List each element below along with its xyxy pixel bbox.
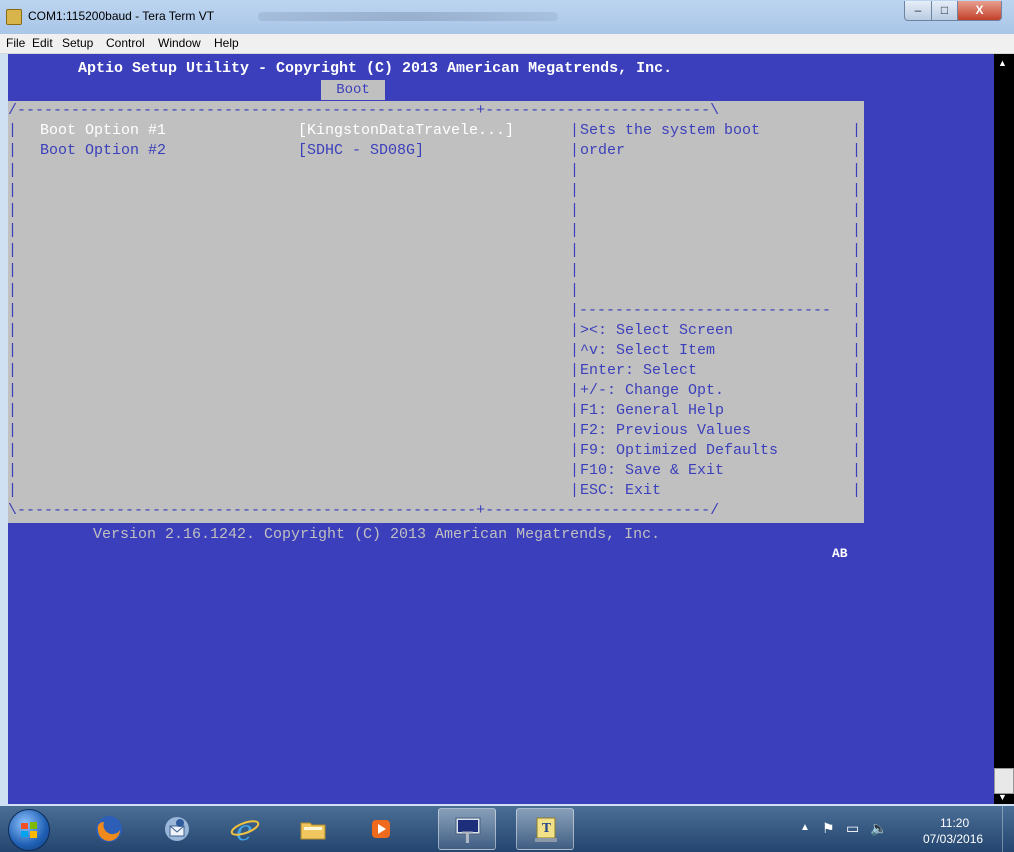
network-icon[interactable]: ▭ xyxy=(846,820,859,837)
scroll-down-arrow-icon[interactable]: ▼ xyxy=(998,792,1007,802)
maximize-button[interactable]: □ xyxy=(931,1,958,21)
clock-date[interactable]: 07/03/2016 xyxy=(923,832,983,846)
help-line-2: order xyxy=(580,142,626,159)
start-button[interactable] xyxy=(8,809,50,851)
boot-option-2-label[interactable]: Boot Option #2 xyxy=(40,141,166,161)
svg-text:T: T xyxy=(542,821,551,835)
key-help-divider: | | | | | | | | | xyxy=(570,322,580,499)
menu-edit[interactable]: Edit xyxy=(32,36,53,50)
taskbar: e T T ▲ ⚑ ▭ 🔈 11:20 07/03/2016 xyxy=(0,806,1014,852)
window-title: COM1:115200baud - Tera Term VT xyxy=(28,9,215,23)
boot-option-1-label[interactable]: Boot Option #1 xyxy=(40,121,166,141)
key-help-enter: Enter: Select xyxy=(580,362,698,379)
terminal-screen[interactable]: Aptio Setup Utility - Copyright (C) 2013… xyxy=(8,54,994,804)
action-center-flag-icon[interactable]: ⚑ xyxy=(822,820,835,837)
menu-control[interactable]: Control xyxy=(106,36,145,50)
tera-term-icon: T xyxy=(455,817,481,845)
windows-logo-icon xyxy=(21,822,37,838)
menu-help[interactable]: Help xyxy=(214,36,239,50)
key-help-esc: ESC: Exit xyxy=(580,482,662,499)
menu-file[interactable]: File xyxy=(6,36,25,50)
taskbar-internet-explorer[interactable]: e xyxy=(216,808,274,850)
key-help-f2: F2: Previous Values xyxy=(580,422,752,439)
vertical-scrollbar[interactable] xyxy=(994,54,1014,804)
scroll-up-arrow-icon[interactable]: ▲ xyxy=(998,58,1007,68)
status-badge: AB xyxy=(832,546,848,561)
right-border: | | | | | | | | | | | | | | | | | | | xyxy=(852,122,862,499)
bios-header: Aptio Setup Utility - Copyright (C) 2013… xyxy=(78,60,673,77)
key-help-change-opt: +/-: Change Opt. xyxy=(580,382,725,399)
boot-option-1-value[interactable]: [KingstonDataTravele...] xyxy=(298,121,514,141)
menu-window[interactable]: Window xyxy=(158,36,201,50)
thunderbird-icon xyxy=(165,817,189,841)
title-bar[interactable]: COM1:115200baud - Tera Term VT – □ X xyxy=(0,0,1014,34)
bios-panel: /---------------------------------------… xyxy=(8,101,864,523)
svg-text:T: T xyxy=(462,828,473,845)
boot-option-2-value[interactable]: [SDHC - SD08G] xyxy=(298,141,424,161)
taskbar-thunderbird[interactable] xyxy=(148,808,206,850)
blurred-title-area xyxy=(258,12,558,21)
firefox-icon xyxy=(96,816,122,842)
taskbar-terminal-tool[interactable]: T xyxy=(516,808,574,850)
key-help-select-screen: ><: Select Screen xyxy=(580,322,734,339)
taskbar-file-explorer[interactable] xyxy=(284,808,342,850)
minimize-button[interactable]: – xyxy=(904,1,932,21)
clock-time[interactable]: 11:20 xyxy=(940,816,969,830)
svg-text:e: e xyxy=(236,814,253,844)
key-help-f1: F1: General Help xyxy=(580,402,725,419)
folder-icon xyxy=(300,822,326,840)
key-help-select-item: ^v: Select Item xyxy=(580,342,716,359)
scroll-thumb[interactable] xyxy=(994,768,1014,794)
show-desktop-button[interactable] xyxy=(1002,806,1014,852)
terminal-tool-icon: T xyxy=(535,817,557,842)
help-line-1: Sets the system boot xyxy=(580,122,761,139)
menu-bar: File Edit Setup Control Window Help xyxy=(0,34,1014,54)
left-border: | | | | | | | | | | | | | | | | | | | xyxy=(8,122,18,499)
volume-muted-icon[interactable]: 🔈 xyxy=(870,820,887,837)
key-help-f10: F10: Save & Exit xyxy=(580,462,725,479)
panel-border-top: /---------------------------------------… xyxy=(8,102,720,119)
taskbar-media-player[interactable] xyxy=(352,808,410,850)
bios-footer: Version 2.16.1242. Copyright (C) 2013 Am… xyxy=(93,526,661,543)
tera-term-app-icon[interactable] xyxy=(6,9,22,25)
panel-border-bottom: \---------------------------------------… xyxy=(8,502,720,519)
tera-term-window: COM1:115200baud - Tera Term VT – □ X Fil… xyxy=(0,0,1014,806)
show-hidden-icons-icon[interactable]: ▲ xyxy=(800,822,810,833)
close-button[interactable]: X xyxy=(957,1,1002,21)
media-player-icon xyxy=(372,820,390,838)
taskbar-tera-term[interactable]: T xyxy=(438,808,496,850)
tab-boot: Boot xyxy=(321,80,385,100)
menu-setup[interactable]: Setup xyxy=(62,36,93,50)
taskbar-firefox[interactable] xyxy=(80,808,138,850)
help-separator: |---------------------------- xyxy=(570,302,832,319)
key-help-f9: F9: Optimized Defaults xyxy=(580,442,779,459)
internet-explorer-icon: e xyxy=(230,814,260,844)
help-divider-top: | | | | | | | | | xyxy=(570,122,580,299)
